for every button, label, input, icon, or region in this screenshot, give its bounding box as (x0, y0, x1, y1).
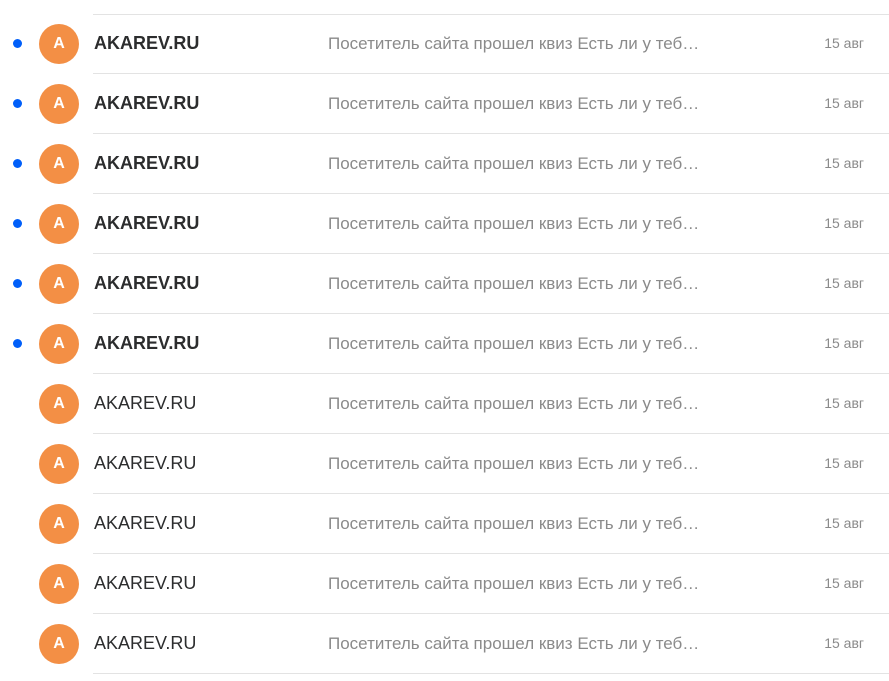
message-snippet: Посетитель сайта прошел квиз Есть ли у т… (328, 94, 700, 113)
message-snippet: Посетитель сайта прошел квиз Есть ли у т… (328, 394, 700, 413)
mail-list-item[interactable]: A AKAREV.RU Посетитель сайта прошел квиз Е… (0, 74, 889, 134)
message-snippet: Посетитель сайта прошел квиз Есть ли у т… (328, 154, 700, 173)
mail-list-item[interactable]: A AKAREV.RU Посетитель сайта прошел квиз Е… (0, 314, 889, 374)
unread-indicator-icon[interactable] (13, 279, 22, 288)
sender-avatar: A (39, 324, 79, 364)
mail-list-item[interactable]: A AKAREV.RU Посетитель сайта прошел квиз Е… (0, 434, 889, 494)
message-date: 15 авг (824, 95, 864, 111)
message-snippet: Посетитель сайта прошел квиз Есть ли у т… (328, 574, 700, 593)
sender-avatar: A (39, 264, 79, 304)
mail-list-item[interactable]: A AKAREV.RU Посетитель сайта прошел квиз Е… (0, 134, 889, 194)
sender-name: AKAREV.RU (94, 153, 200, 173)
unread-indicator-icon[interactable] (13, 339, 22, 348)
message-snippet: Посетитель сайта прошел квиз Есть ли у т… (328, 214, 700, 233)
unread-indicator-icon[interactable] (13, 99, 22, 108)
mail-list-item[interactable]: A AKAREV.RU Посетитель сайта прошел квиз Е… (0, 614, 889, 674)
message-date: 15 авг (824, 335, 864, 351)
sender-avatar: A (39, 204, 79, 244)
sender-avatar: A (39, 84, 79, 124)
mail-list-item[interactable]: A AKAREV.RU Посетитель сайта прошел квиз Е… (0, 494, 889, 554)
message-date: 15 авг (824, 155, 864, 171)
sender-name: AKAREV.RU (94, 213, 200, 233)
unread-indicator-icon[interactable] (13, 219, 22, 228)
message-snippet: Посетитель сайта прошел квиз Есть ли у т… (328, 334, 700, 353)
mail-list-item[interactable]: A AKAREV.RU Посетитель сайта прошел квиз Е… (0, 554, 889, 614)
mail-list-item[interactable]: A AKAREV.RU Посетитель сайта прошел квиз Е… (0, 194, 889, 254)
sender-name: AKAREV.RU (94, 453, 197, 473)
sender-name: AKAREV.RU (94, 573, 197, 593)
mail-rows: A AKAREV.RU Посетитель сайта прошел квиз Е… (0, 14, 889, 674)
mail-list: A AKAREV.RU Посетитель сайта прошел квиз Е… (0, 14, 889, 674)
sender-avatar: A (39, 624, 79, 664)
sender-name: AKAREV.RU (94, 333, 200, 353)
message-date: 15 авг (824, 35, 864, 51)
sender-name: AKAREV.RU (94, 273, 200, 293)
sender-name: AKAREV.RU (94, 33, 200, 53)
message-snippet: Посетитель сайта прошел квиз Есть ли у т… (328, 514, 700, 533)
message-snippet: Посетитель сайта прошел квиз Есть ли у т… (328, 454, 700, 473)
unread-indicator-icon[interactable] (13, 159, 22, 168)
sender-avatar: A (39, 144, 79, 184)
sender-avatar: A (39, 384, 79, 424)
mail-list-item[interactable]: A AKAREV.RU Посетитель сайта прошел квиз Е… (0, 14, 889, 74)
message-date: 15 авг (824, 455, 864, 471)
sender-name: AKAREV.RU (94, 393, 197, 413)
message-snippet: Посетитель сайта прошел квиз Есть ли у т… (328, 34, 700, 53)
mail-list-item[interactable]: A AKAREV.RU Посетитель сайта прошел квиз Е… (0, 254, 889, 314)
sender-avatar: A (39, 24, 79, 64)
sender-name: AKAREV.RU (94, 633, 197, 653)
sender-avatar: A (39, 564, 79, 604)
message-date: 15 авг (824, 515, 864, 531)
message-date: 15 авг (824, 395, 864, 411)
unread-indicator-icon[interactable] (13, 39, 22, 48)
message-snippet: Посетитель сайта прошел квиз Есть ли у т… (328, 274, 700, 293)
message-date: 15 авг (824, 215, 864, 231)
sender-name: AKAREV.RU (94, 93, 200, 113)
message-date: 15 авг (824, 275, 864, 291)
message-date: 15 авг (824, 575, 864, 591)
sender-avatar: A (39, 504, 79, 544)
message-snippet: Посетитель сайта прошел квиз Есть ли у т… (328, 634, 700, 653)
sender-name: AKAREV.RU (94, 513, 197, 533)
sender-avatar: A (39, 444, 79, 484)
mail-list-item[interactable]: A AKAREV.RU Посетитель сайта прошел квиз Е… (0, 374, 889, 434)
message-date: 15 авг (824, 635, 864, 651)
